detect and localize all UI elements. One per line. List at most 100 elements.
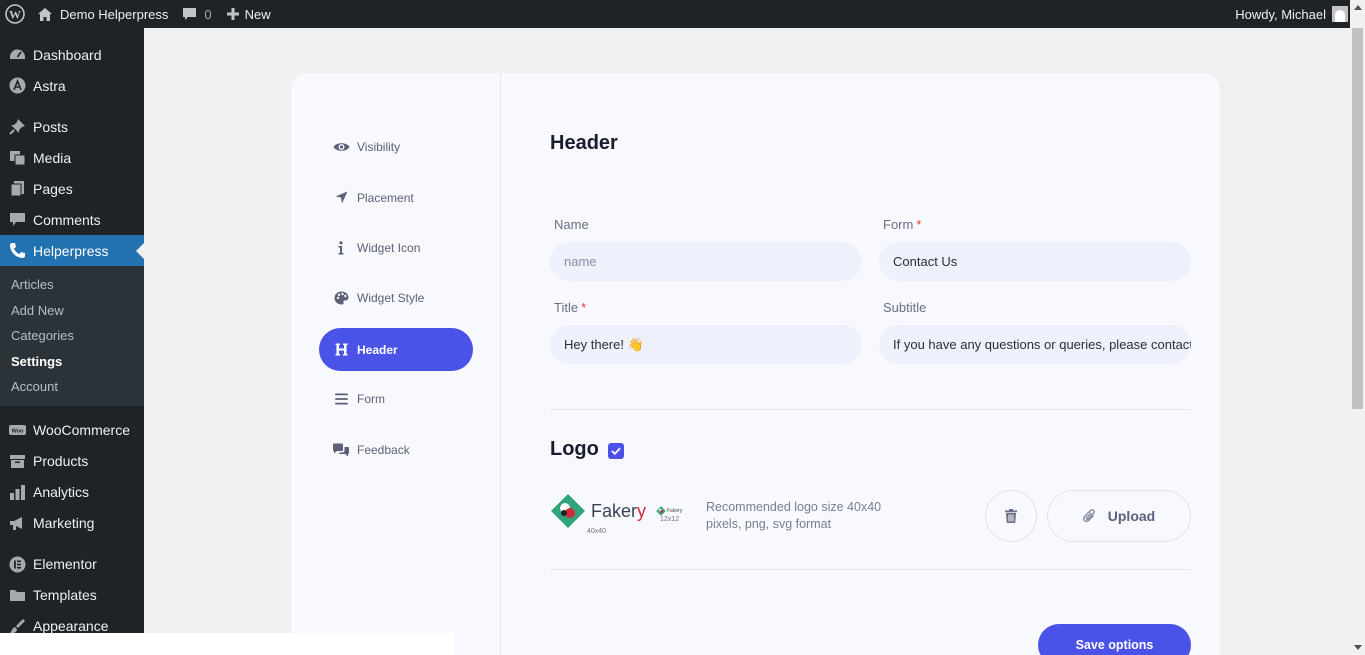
logo-small-size: 12x12 — [660, 516, 680, 523]
sidebar-item-helperpress[interactable]: Helperpress — [0, 235, 144, 266]
sidebar-item-pages[interactable]: Pages — [0, 173, 144, 204]
tab-feedback[interactable]: Feedback — [319, 428, 473, 471]
sidebar-item-label: Dashboard — [33, 46, 102, 63]
admin-sidebar: Dashboard Astra Posts Media Pages Commen… — [0, 28, 144, 655]
archive-icon — [8, 452, 26, 470]
header-settings: Header Name name Form * Contact Us Title *… — [550, 73, 1191, 655]
settings-nav: Visibility Placement Widget Icon Widget … — [291, 73, 501, 655]
sidebar-item-label: Templates — [33, 587, 97, 603]
fakery-logo-icon — [551, 494, 585, 528]
admin-bar: W Demo Helperpress 0 New Howdy, Michael — [0, 0, 1365, 28]
logo-preview-large: Fakery — [550, 493, 646, 529]
sidebar-item-label: Elementor — [33, 556, 97, 572]
pages-icon — [8, 180, 26, 198]
sidebar-item-label: Appearance — [33, 618, 109, 634]
wordpress-logo-icon[interactable]: W — [0, 0, 30, 28]
site-name-link[interactable]: Demo Helperpress — [30, 0, 175, 28]
comments-count: 0 — [204, 6, 212, 22]
helperpress-submenu: Articles Add New Categories Settings Acc… — [0, 266, 144, 406]
bar-chart-icon — [8, 483, 26, 501]
submenu-item-add-new[interactable]: Add New — [0, 298, 144, 324]
scrollbar-thumb[interactable] — [1352, 28, 1363, 409]
comments-icon — [8, 211, 26, 229]
sidebar-item-dashboard[interactable]: Dashboard — [0, 39, 144, 70]
sidebar-item-label: Helperpress — [33, 242, 109, 259]
tab-visibility[interactable]: Visibility — [319, 125, 473, 168]
sidebar-item-products[interactable]: Products — [0, 446, 144, 477]
sidebar-item-label: Products — [33, 453, 89, 469]
delete-logo-button[interactable] — [985, 490, 1037, 542]
logo-recommendation: Recommended logo size 40x40 pixels, png,… — [706, 500, 882, 531]
tab-header[interactable]: Header — [319, 328, 473, 371]
comments-link[interactable]: 0 — [175, 0, 218, 28]
site-name: Demo Helperpress — [60, 6, 169, 22]
sidebar-item-astra[interactable]: Astra — [0, 70, 144, 101]
name-label: Name — [554, 217, 589, 232]
divider — [550, 569, 1191, 570]
logo-small-wordmark: Fakery — [667, 508, 683, 514]
save-options-button[interactable]: Save options — [1038, 624, 1191, 655]
greeting: Howdy, Michael — [1235, 6, 1326, 22]
eye-icon — [332, 138, 350, 156]
submenu-item-categories[interactable]: Categories — [0, 323, 144, 349]
tab-label: Widget Icon — [357, 240, 421, 255]
paperclip-icon — [1082, 508, 1096, 524]
tab-label: Header — [357, 342, 398, 357]
footer-strip — [0, 633, 454, 655]
logo-enabled-checkbox[interactable] — [608, 443, 624, 459]
name-input[interactable]: name — [550, 242, 862, 281]
pin-icon — [8, 118, 26, 136]
sidebar-item-marketing[interactable]: Marketing — [0, 508, 144, 539]
tab-label: Feedback — [357, 442, 410, 457]
plus-icon — [226, 7, 240, 21]
upload-label: Upload — [1107, 508, 1156, 524]
form-select[interactable]: Contact Us — [879, 242, 1191, 281]
info-icon — [332, 239, 350, 257]
chat-bubbles-icon — [332, 441, 350, 459]
new-label: New — [244, 6, 271, 22]
scroll-up-arrow-icon[interactable] — [1353, 3, 1362, 12]
logo-wordmark: Fakery — [591, 500, 647, 521]
submenu-item-articles[interactable]: Articles — [0, 272, 144, 298]
tab-label: Widget Style — [357, 290, 425, 305]
sidebar-item-templates[interactable]: Templates — [0, 580, 144, 611]
subtitle-input[interactable]: If you have any questions or queries, pl… — [879, 325, 1191, 364]
new-content-link[interactable]: New — [219, 0, 278, 28]
sidebar-item-analytics[interactable]: Analytics — [0, 477, 144, 508]
tab-widget-icon[interactable]: Widget Icon — [319, 226, 473, 269]
sidebar-item-label: Posts — [33, 118, 69, 135]
megaphone-icon — [8, 514, 26, 532]
tab-label: Placement — [357, 190, 414, 205]
my-account[interactable]: Howdy, Michael — [1235, 0, 1365, 28]
astra-icon — [8, 77, 26, 95]
sidebar-item-posts[interactable]: Posts — [0, 111, 144, 142]
svg-text:Woo: Woo — [11, 428, 23, 434]
palette-icon — [332, 289, 350, 307]
sidebar-item-media[interactable]: Media — [0, 142, 144, 173]
sidebar-item-comments[interactable]: Comments — [0, 204, 144, 235]
sidebar-item-label: Pages — [33, 180, 73, 197]
tab-label: Form — [357, 391, 385, 406]
tab-label: Visibility — [357, 139, 401, 154]
bars-icon — [332, 390, 350, 408]
media-icon — [8, 149, 26, 167]
heading-icon — [332, 341, 350, 359]
sidebar-item-label: Astra — [33, 77, 66, 94]
form-label: Form * — [883, 217, 922, 232]
tab-widget-style[interactable]: Widget Style — [319, 276, 473, 319]
upload-logo-button[interactable]: Upload — [1047, 490, 1191, 542]
scroll-down-arrow-icon[interactable] — [1353, 643, 1362, 652]
tab-placement[interactable]: Placement — [319, 176, 473, 219]
comment-bubble-icon — [182, 7, 197, 21]
submenu-item-account[interactable]: Account — [0, 374, 144, 400]
location-arrow-icon — [332, 189, 350, 207]
logo-section-title: Logo — [550, 438, 599, 460]
sidebar-item-elementor[interactable]: Elementor — [0, 549, 144, 580]
home-icon — [37, 7, 53, 22]
sidebar-item-woocommerce[interactable]: Woo WooCommerce — [0, 415, 144, 446]
submenu-item-settings[interactable]: Settings — [0, 349, 144, 375]
sidebar-item-label: Marketing — [33, 515, 95, 531]
title-input[interactable]: Hey there! 👋 — [550, 325, 862, 364]
tab-form[interactable]: Form — [319, 377, 473, 420]
sidebar-item-label: Analytics — [33, 484, 90, 500]
